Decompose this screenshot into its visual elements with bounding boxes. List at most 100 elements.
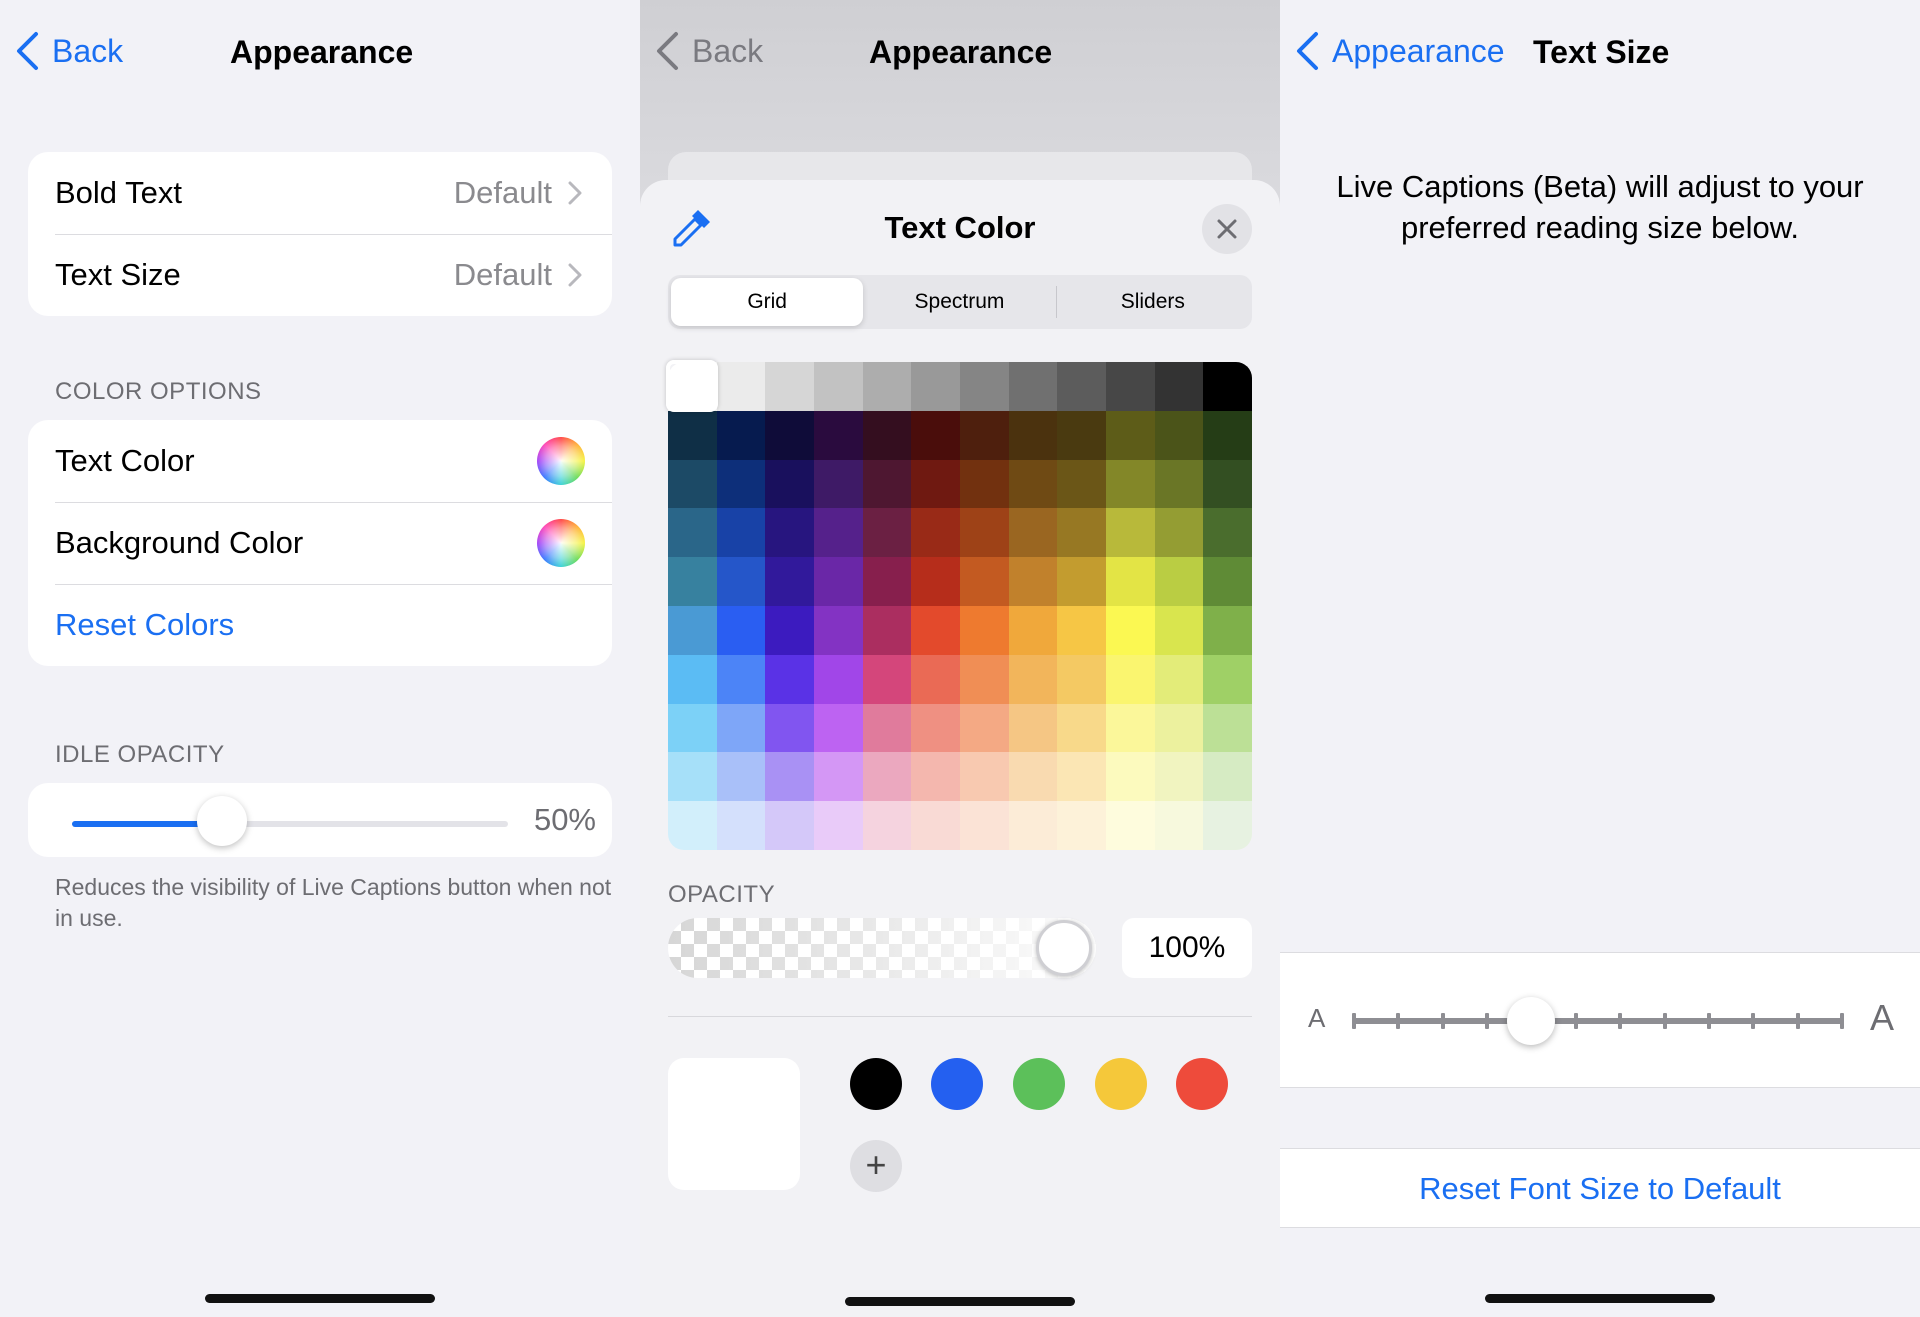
color-grid-cell[interactable] [911,703,960,753]
back-button[interactable]: Back [14,30,123,72]
color-grid-cell[interactable] [668,801,717,850]
color-grid-cell[interactable] [1154,508,1204,558]
text-color-row[interactable]: Text Color [28,420,612,502]
color-grid-cell[interactable] [765,752,814,802]
saved-color-black[interactable] [850,1058,902,1110]
color-grid-cell[interactable] [814,703,863,753]
color-grid-cell[interactable] [716,703,766,753]
back-button[interactable]: Appearance [1294,30,1505,72]
color-grid-cell[interactable] [1008,703,1058,753]
color-grid-cell[interactable] [716,752,766,802]
color-grid-cell[interactable] [668,557,717,606]
add-color-button[interactable]: + [850,1140,902,1192]
color-grid-cell[interactable] [1106,459,1155,509]
color-grid-cell[interactable] [862,508,912,558]
color-grid-cell[interactable] [911,508,960,558]
opacity-value-field[interactable]: 100% [1122,918,1252,978]
color-grid-cell[interactable] [814,605,863,655]
color-grid-cell[interactable] [668,362,717,411]
color-grid-cell[interactable] [1203,654,1252,704]
color-grid-cell[interactable] [1203,508,1252,558]
color-grid-cell[interactable] [1057,605,1106,655]
color-grid-cell[interactable] [1057,654,1106,704]
color-grid-cell[interactable] [1154,703,1204,753]
color-grid-cell[interactable] [911,459,960,509]
color-grid-cell[interactable] [1008,752,1058,802]
color-grid-cell[interactable] [668,410,717,460]
color-grid-cell[interactable] [1008,362,1058,411]
color-grid-cell[interactable] [862,605,912,655]
color-grid-cell[interactable] [862,362,912,411]
color-grid-cell[interactable] [960,410,1009,460]
color-grid-cell[interactable] [716,557,766,606]
color-grid-cell[interactable] [862,752,912,802]
color-grid-cell[interactable] [1106,410,1155,460]
color-grid-cell[interactable] [1057,801,1106,850]
color-grid-cell[interactable] [960,459,1009,509]
color-grid-cell[interactable] [1106,557,1155,606]
color-grid-cell[interactable] [1203,459,1252,509]
text-size-track[interactable] [1352,1013,1844,1029]
saved-color-yellow[interactable] [1095,1058,1147,1110]
color-grid-cell[interactable] [960,508,1009,558]
color-grid-cell[interactable] [814,508,863,558]
color-grid-cell[interactable] [911,410,960,460]
color-grid-cell[interactable] [1203,410,1252,460]
color-grid-cell[interactable] [1203,362,1252,411]
color-grid-cell[interactable] [765,459,814,509]
background-color-row[interactable]: Background Color [28,502,612,584]
color-grid-cell[interactable] [814,410,863,460]
color-grid-cell[interactable] [765,557,814,606]
opacity-slider-thumb[interactable] [1036,920,1092,976]
color-grid-cell[interactable] [1106,703,1155,753]
color-grid-cell[interactable] [911,654,960,704]
color-grid-cell[interactable] [1154,654,1204,704]
color-grid-cell[interactable] [814,557,863,606]
color-grid-cell[interactable] [1203,801,1252,850]
color-grid-cell[interactable] [1203,605,1252,655]
color-grid-cell[interactable] [911,752,960,802]
color-grid-cell[interactable] [960,605,1009,655]
color-grid-cell[interactable] [862,654,912,704]
color-grid-cell[interactable] [1008,508,1058,558]
color-grid-cell[interactable] [1057,703,1106,753]
color-grid-cell[interactable] [814,801,863,850]
color-grid-cell[interactable] [814,362,863,411]
color-grid-cell[interactable] [814,459,863,509]
text-size-row[interactable]: Text Size Default [28,234,612,316]
color-grid-cell[interactable] [1106,801,1155,850]
close-button[interactable] [1202,204,1252,254]
color-grid-cell[interactable] [1106,654,1155,704]
color-grid-cell[interactable] [960,654,1009,704]
color-grid-cell[interactable] [1203,557,1252,606]
color-grid-cell[interactable] [765,508,814,558]
color-grid-cell[interactable] [1154,752,1204,802]
color-grid-cell[interactable] [716,410,766,460]
color-grid-cell[interactable] [716,508,766,558]
color-grid-cell[interactable] [911,605,960,655]
color-grid-cell[interactable] [1008,605,1058,655]
color-grid-cell[interactable] [765,703,814,753]
color-grid-cell[interactable] [716,801,766,850]
color-grid-cell[interactable] [765,654,814,704]
color-grid-cell[interactable] [716,459,766,509]
color-grid-cell[interactable] [1008,557,1058,606]
idle-opacity-track[interactable] [72,821,508,827]
color-grid-cell[interactable] [1106,362,1155,411]
reset-colors-button[interactable]: Reset Colors [28,584,612,666]
color-grid-cell[interactable] [1008,801,1058,850]
color-grid-cell[interactable] [960,362,1009,411]
color-grid-cell[interactable] [862,801,912,850]
color-grid-cell[interactable] [862,459,912,509]
color-grid-cell[interactable] [1057,459,1106,509]
text-size-thumb[interactable] [1507,997,1555,1045]
color-grid-cell[interactable] [765,362,814,411]
color-grid-cell[interactable] [1057,752,1106,802]
color-grid-cell[interactable] [862,557,912,606]
saved-color-green[interactable] [1013,1058,1065,1110]
color-grid-cell[interactable] [814,654,863,704]
bold-text-row[interactable]: Bold Text Default [28,152,612,234]
color-grid-cell[interactable] [1154,410,1204,460]
saved-color-red[interactable] [1176,1058,1228,1110]
color-grid-cell[interactable] [1057,410,1106,460]
